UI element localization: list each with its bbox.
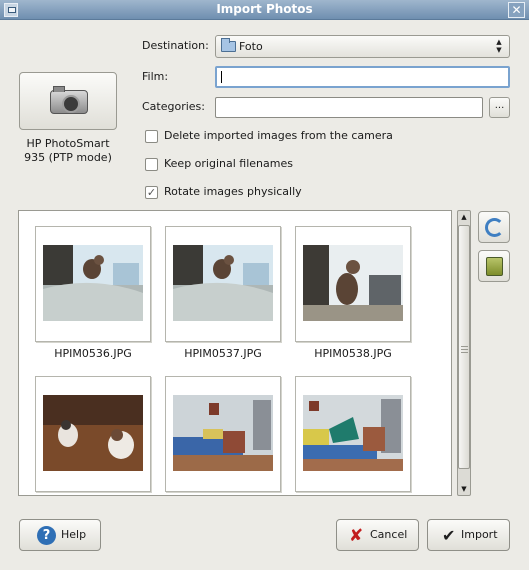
categories-label: Categories: — [142, 100, 205, 113]
rotate-button[interactable] — [478, 211, 510, 243]
rotate-images-checkbox[interactable]: ✓ — [145, 186, 158, 199]
folder-icon — [221, 38, 236, 52]
photo-cat-sitting — [303, 245, 403, 321]
photo-two-cats-floor — [43, 395, 143, 471]
thumbnail-filename: HPIM0537.JPG — [184, 347, 262, 360]
thumbnail[interactable]: HPIM0538.JPG — [295, 226, 411, 360]
delete-imported-checkbox[interactable] — [145, 130, 158, 143]
categories-browse-button[interactable]: ... — [489, 97, 510, 118]
thumbnail[interactable] — [295, 376, 411, 492]
import-photos-dialog: Import Photos ✕ HP PhotoSmart 935 (PTP m… — [0, 0, 529, 570]
grip-line — [461, 352, 468, 353]
thumbnail-filename: HPIM0536.JPG — [54, 347, 132, 360]
film-label: Film: — [142, 70, 169, 83]
camera-button[interactable] — [19, 72, 117, 130]
grip-line — [461, 346, 468, 347]
title-bar: Import Photos ✕ — [0, 0, 529, 20]
categories-field[interactable] — [215, 97, 483, 118]
keep-filenames-checkbox[interactable] — [145, 158, 158, 171]
destination-combo[interactable]: Foto ▲ ▼ — [215, 35, 510, 58]
import-label: Import — [461, 528, 498, 541]
destination-value: Foto — [239, 40, 263, 53]
gallery-scrollbar[interactable]: ▲ ▼ — [457, 210, 471, 496]
scrollbar-thumb[interactable] — [458, 225, 470, 469]
help-icon: ? — [37, 526, 56, 545]
grip-line — [461, 349, 468, 350]
help-label: Help — [61, 528, 87, 541]
thumbnail-filename: HPIM0538.JPG — [314, 347, 392, 360]
photo-cat-on-bed — [43, 245, 143, 321]
delete-button[interactable] — [478, 250, 510, 282]
thumbnail[interactable] — [165, 376, 281, 492]
scroll-up-icon[interactable]: ▲ — [458, 211, 470, 223]
trash-icon — [486, 257, 503, 276]
camera-name-line1: HP PhotoSmart — [26, 137, 110, 150]
thumbnail[interactable]: HPIM0536.JPG — [35, 226, 151, 360]
rotate-icon — [485, 218, 504, 237]
combo-arrows-icon: ▲ ▼ — [496, 38, 502, 54]
cancel-icon: ✘ — [349, 526, 364, 546]
thumbnail-gallery[interactable]: HPIM0536.JPG HPIM0537.JPG HPIM0538.JPG — [18, 210, 452, 496]
camera-name: HP PhotoSmart 935 (PTP mode) — [12, 137, 124, 165]
delete-imported-label[interactable]: Delete imported images from the camera — [164, 129, 393, 142]
photo-cat-on-bed — [173, 245, 273, 321]
import-button[interactable]: ✔ Import — [427, 519, 510, 551]
camera-icon — [50, 86, 88, 114]
photo-bedroom-2 — [303, 395, 403, 471]
rotate-images-label[interactable]: Rotate images physically — [164, 185, 302, 198]
close-button[interactable]: ✕ — [508, 2, 525, 18]
keep-filenames-label[interactable]: Keep original filenames — [164, 157, 293, 170]
cancel-button[interactable]: ✘ Cancel — [336, 519, 419, 551]
checkmark-icon: ✔ — [442, 526, 456, 545]
film-field[interactable] — [215, 66, 510, 88]
camera-name-line2: 935 (PTP mode) — [24, 151, 112, 164]
scroll-down-icon[interactable]: ▼ — [458, 483, 470, 495]
cancel-label: Cancel — [370, 528, 408, 541]
destination-label: Destination: — [142, 39, 209, 52]
text-caret — [221, 71, 222, 83]
thumbnail[interactable]: HPIM0537.JPG — [165, 226, 281, 360]
photo-bedroom — [173, 395, 273, 471]
help-button[interactable]: ? Help — [19, 519, 101, 551]
window-title: Import Photos — [216, 2, 313, 16]
thumbnail[interactable] — [35, 376, 151, 492]
